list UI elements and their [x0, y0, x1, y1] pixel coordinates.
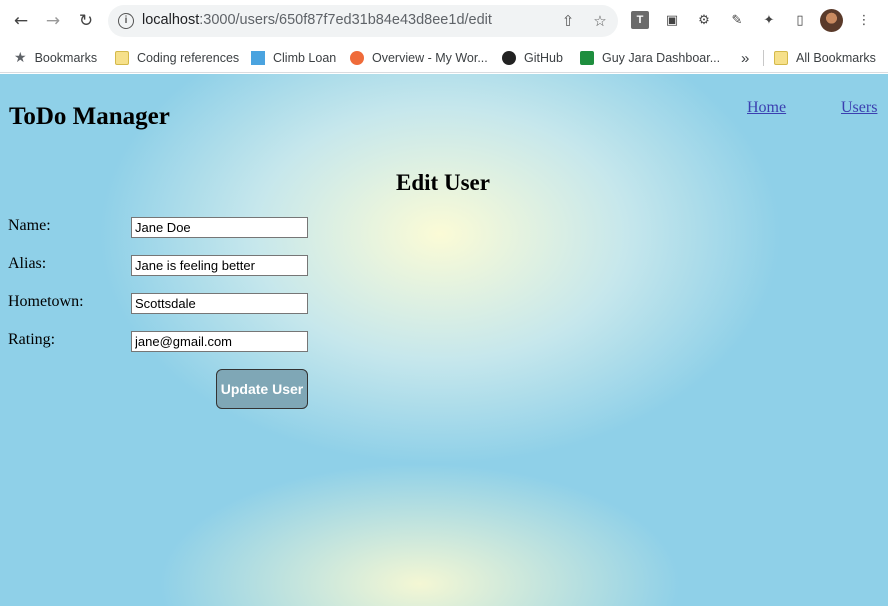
bookmark-label: Guy Jara Dashboar... [602, 51, 721, 65]
bookmark-guy-jara-dashboard[interactable]: Guy Jara Dashboar... [580, 49, 720, 67]
image-extension-icon[interactable]: ▣ [663, 11, 681, 29]
bookmark-label: Bookmarks [34, 51, 98, 65]
alias-label: Alias: [8, 255, 47, 272]
nav-home-link[interactable]: Home [747, 99, 786, 117]
bookmark-climb-loan[interactable]: Climb Loan [251, 49, 336, 67]
url-text[interactable]: localhost:3000/users/650f87f7ed31b84e43d… [142, 12, 492, 28]
side-panel-icon[interactable]: ▯ [791, 11, 809, 29]
star-icon: ★ [14, 50, 27, 66]
name-input[interactable] [131, 217, 308, 238]
bookmark-label: Coding references [137, 51, 240, 65]
form-title: Edit User [396, 170, 490, 195]
hometown-input[interactable] [131, 293, 308, 314]
bookmark-bookmarks[interactable]: ★ Bookmarks [14, 49, 97, 67]
url-host: localhost [142, 12, 200, 28]
folder-icon [115, 51, 129, 65]
folder-icon [774, 51, 788, 65]
page-content: ToDo Manager Home Users Edit User Name: … [0, 74, 888, 606]
sheets-icon [580, 51, 594, 65]
address-bar[interactable]: i localhost:3000/users/650f87f7ed31b84e4… [108, 5, 618, 37]
eyedropper-icon[interactable]: ✎ [728, 11, 746, 29]
nav-users-link[interactable]: Users [841, 99, 877, 117]
name-label: Name: [8, 217, 51, 234]
menu-icon[interactable]: ⋮ [855, 11, 873, 29]
url-path: :3000/users/650f87f7ed31b84e43d8ee1d/edi… [199, 12, 492, 28]
climb-loan-icon [251, 51, 265, 65]
text-extension-icon[interactable]: T [631, 11, 649, 29]
update-user-button[interactable]: Update User [216, 369, 308, 409]
overview-icon [350, 51, 364, 65]
alias-input[interactable] [131, 255, 308, 276]
bookmark-label: Climb Loan [273, 51, 337, 65]
bookmark-label: Overview - My Wor... [372, 51, 488, 65]
forward-icon[interactable]: → [41, 9, 65, 33]
back-icon[interactable]: ← [9, 9, 33, 33]
github-icon [502, 51, 516, 65]
bookmark-github[interactable]: GitHub [502, 49, 563, 67]
bookmark-label: GitHub [524, 51, 563, 65]
reload-icon[interactable]: ↻ [74, 9, 98, 33]
gear-extension-icon[interactable]: ⚙ [695, 11, 713, 29]
bookmarks-divider [763, 50, 764, 66]
bookmark-overview[interactable]: Overview - My Wor... [350, 49, 488, 67]
bookmarks-overflow-icon[interactable]: » [741, 49, 749, 67]
site-title: ToDo Manager [9, 103, 170, 130]
profile-avatar[interactable] [820, 9, 843, 32]
bookmark-coding-references[interactable]: Coding references [115, 49, 239, 67]
share-icon[interactable]: ⇧ [558, 11, 578, 31]
bookmark-all-bookmarks[interactable]: All Bookmarks [774, 49, 876, 67]
bookmarks-bar: ★ Bookmarks Coding references Climb Loan … [0, 42, 888, 73]
bookmark-star-icon[interactable]: ☆ [590, 11, 610, 31]
rating-input[interactable] [131, 331, 308, 352]
rating-label: Rating: [8, 331, 56, 348]
hometown-label: Hometown: [8, 293, 84, 310]
bookmark-label: All Bookmarks [796, 51, 876, 65]
browser-toolbar: ← → ↻ i localhost:3000/users/650f87f7ed3… [0, 0, 888, 42]
site-info-icon[interactable]: i [118, 13, 134, 29]
extensions-puzzle-icon[interactable]: ✦ [760, 11, 778, 29]
